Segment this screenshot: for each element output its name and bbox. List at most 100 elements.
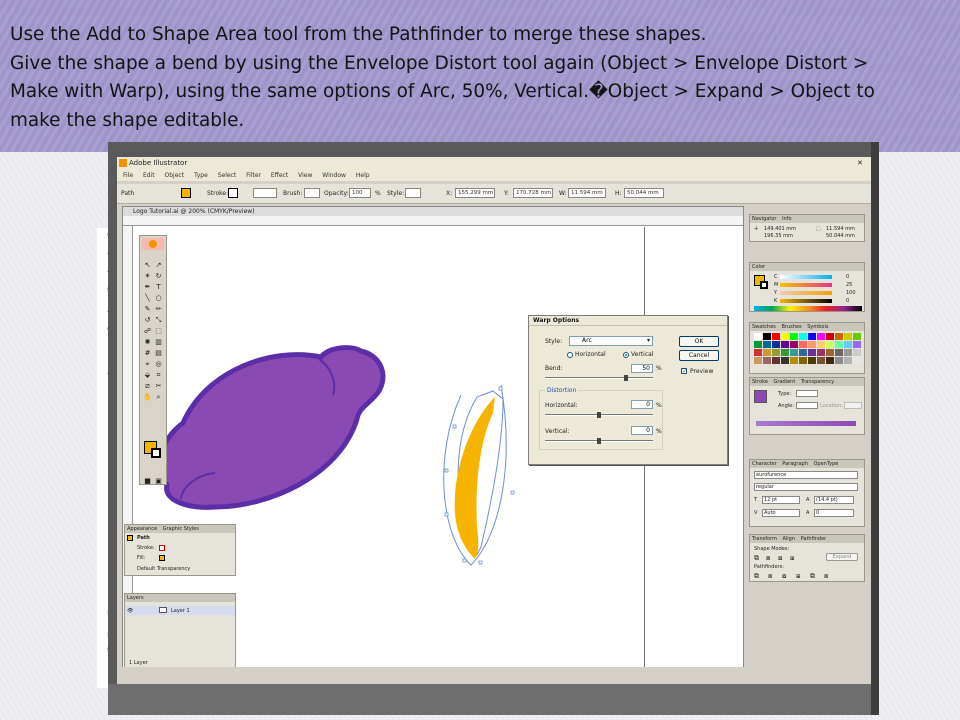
swatch[interactable] — [835, 341, 843, 348]
swatch[interactable] — [817, 341, 825, 348]
swatch[interactable] — [826, 341, 834, 348]
menu-file[interactable]: File — [123, 172, 133, 179]
swatch[interactable] — [844, 357, 852, 364]
swatch[interactable] — [781, 333, 789, 340]
menu-type[interactable]: Type — [194, 172, 208, 179]
swatch[interactable] — [817, 333, 825, 340]
screen-mode-icon[interactable]: ▣ — [153, 476, 164, 486]
gradient-preview-swatch[interactable] — [754, 390, 767, 403]
swatch[interactable] — [754, 333, 762, 340]
swatch[interactable] — [799, 333, 807, 340]
ok-button[interactable]: OK — [679, 336, 719, 347]
tab-pathfinder[interactable]: Pathfinder — [801, 536, 827, 542]
swatch[interactable] — [808, 333, 816, 340]
color-stroke-swatch[interactable] — [760, 281, 768, 289]
exclude-overlapping-icon[interactable]: ⧆ — [790, 554, 794, 563]
bend-slider-track[interactable] — [545, 377, 653, 379]
magenta-value[interactable]: 25 — [846, 282, 852, 288]
black-slider[interactable] — [780, 299, 832, 303]
tab-navigator[interactable]: Navigator — [752, 216, 776, 222]
swatch[interactable] — [844, 341, 852, 348]
menu-help[interactable]: Help — [356, 172, 370, 179]
bend-field[interactable]: 50 — [631, 364, 653, 373]
menu-select[interactable]: Select — [218, 172, 237, 179]
intersect-shape-areas-icon[interactable]: ⧇ — [778, 554, 782, 563]
swatch[interactable] — [781, 341, 789, 348]
swatch[interactable] — [754, 341, 762, 348]
crop-icon[interactable]: ⧆ — [796, 572, 800, 581]
tracking-field[interactable] — [814, 509, 854, 517]
preview-checkbox[interactable]: ✓ — [681, 368, 687, 375]
swatch[interactable] — [853, 349, 861, 356]
tab-transparency[interactable]: Transparency — [801, 379, 834, 385]
vertical-distortion-field[interactable]: 0 — [631, 426, 653, 435]
tab-paragraph[interactable]: Paragraph — [782, 461, 808, 467]
brush-dropdown[interactable] — [304, 188, 320, 198]
swatch[interactable] — [781, 357, 789, 364]
tab-info[interactable]: Info — [782, 216, 791, 222]
zoom-tool-icon[interactable]: ⌕ — [153, 392, 164, 402]
swatch[interactable] — [763, 333, 771, 340]
swatch[interactable] — [799, 349, 807, 356]
merge-icon[interactable]: ⧇ — [782, 572, 786, 581]
swatch[interactable] — [853, 333, 861, 340]
opacity-field[interactable]: 100 — [349, 188, 371, 198]
swatch[interactable] — [754, 357, 762, 364]
cyan-slider[interactable] — [780, 275, 832, 279]
toolbox-stroke-swatch[interactable] — [151, 448, 161, 458]
yellow-banana-shape[interactable] — [454, 397, 495, 559]
gradient-location-field[interactable] — [844, 402, 862, 409]
cancel-button[interactable]: Cancel — [679, 350, 719, 361]
tab-transform[interactable]: Transform — [752, 536, 777, 542]
swatch[interactable] — [799, 357, 807, 364]
tab-opentype[interactable]: OpenType — [814, 461, 839, 467]
tab-gradient[interactable]: Gradient — [774, 379, 796, 385]
gradient-slider-bar[interactable] — [756, 421, 856, 426]
swatch[interactable] — [835, 357, 843, 364]
layer-row[interactable]: 👁 Layer 1 — [125, 606, 235, 615]
menu-filter[interactable]: Filter — [246, 172, 261, 179]
hand-tool-icon[interactable]: ✋ — [142, 392, 153, 402]
swatch[interactable] — [772, 357, 780, 364]
minus-back-icon[interactable]: ⧈ — [824, 572, 828, 581]
menu-view[interactable]: View — [298, 172, 312, 179]
menu-window[interactable]: Window — [322, 172, 346, 179]
swatch[interactable] — [763, 357, 771, 364]
y-field[interactable]: 170.728 mm — [513, 188, 553, 198]
yellow-value[interactable]: 100 — [846, 290, 856, 296]
swatch[interactable] — [763, 349, 771, 356]
outline-icon[interactable]: ⧉ — [810, 572, 815, 581]
style-dropdown[interactable] — [405, 188, 421, 198]
menu-edit[interactable]: Edit — [143, 172, 155, 179]
appearance-fill-swatch[interactable] — [159, 555, 165, 561]
appearance-stroke-swatch[interactable] — [159, 545, 165, 551]
x-field[interactable]: 155.299 mm — [455, 188, 495, 198]
tab-graphic-styles[interactable]: Graphic Styles — [163, 526, 199, 532]
swatch[interactable] — [826, 333, 834, 340]
tab-symbols[interactable]: Symbols — [807, 324, 828, 330]
w-field[interactable]: 11.594 mm — [568, 188, 606, 198]
swatch[interactable] — [808, 341, 816, 348]
swatch[interactable] — [754, 349, 762, 356]
close-icon[interactable]: ✕ — [857, 159, 863, 168]
swatch[interactable] — [799, 341, 807, 348]
horizontal-distortion-thumb[interactable] — [597, 412, 601, 418]
swatch[interactable] — [817, 349, 825, 356]
vertical-distortion-thumb[interactable] — [597, 438, 601, 444]
swatch[interactable] — [772, 341, 780, 348]
swatch[interactable] — [808, 357, 816, 364]
gradient-angle-field[interactable] — [796, 402, 818, 409]
menu-object[interactable]: Object — [165, 172, 185, 179]
color-mode-icon[interactable]: ■ — [142, 476, 153, 486]
swatch[interactable] — [853, 357, 861, 364]
yellow-slider[interactable] — [780, 291, 832, 295]
subtract-from-shape-area-icon[interactable]: ⧈ — [766, 554, 770, 563]
stroke-swatch[interactable] — [228, 188, 238, 198]
swatch[interactable] — [826, 357, 834, 364]
trim-icon[interactable]: ⧈ — [768, 572, 772, 581]
fill-swatch[interactable] — [181, 188, 191, 198]
swatch[interactable] — [835, 349, 843, 356]
tab-swatches[interactable]: Swatches — [752, 324, 776, 330]
magenta-slider[interactable] — [780, 283, 832, 287]
tab-stroke[interactable]: Stroke — [752, 379, 768, 385]
